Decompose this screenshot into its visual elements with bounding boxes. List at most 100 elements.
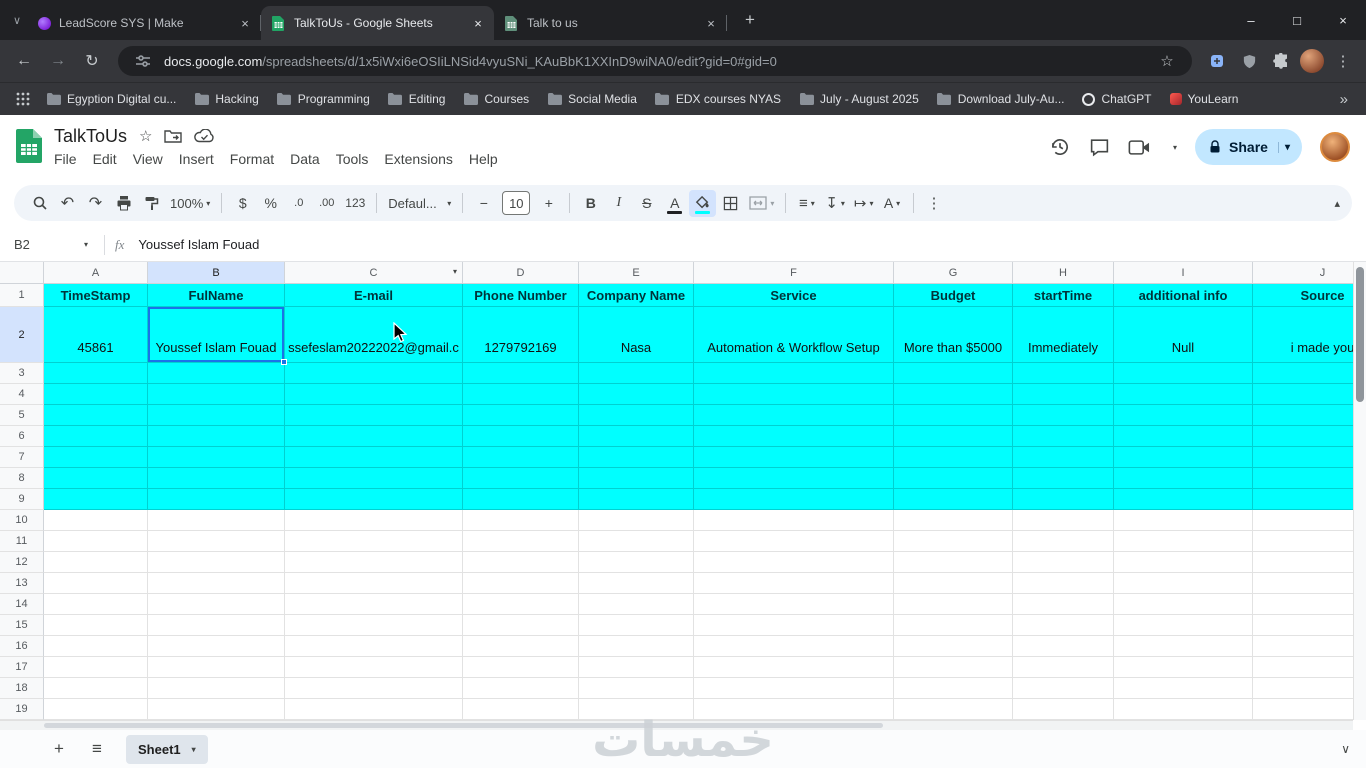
cell-H19[interactable] <box>1013 699 1114 720</box>
cell-H15[interactable] <box>1013 615 1114 636</box>
cell-J9[interactable] <box>1253 489 1366 510</box>
cell-C6[interactable] <box>285 426 463 447</box>
cell-J11[interactable] <box>1253 531 1366 552</box>
cell-A9[interactable] <box>44 489 148 510</box>
cell-A6[interactable] <box>44 426 148 447</box>
cell-H3[interactable] <box>1013 363 1114 384</box>
row-header-13[interactable]: 13 <box>0 573 44 594</box>
cell-B9[interactable] <box>148 489 285 510</box>
undo-icon[interactable]: ↶ <box>54 190 81 217</box>
cell-F14[interactable] <box>694 594 894 615</box>
bookmark-programming[interactable]: Programming <box>269 88 378 110</box>
sheets-logo-icon[interactable] <box>16 128 42 166</box>
close-window-button[interactable]: × <box>1320 0 1366 40</box>
cell-H16[interactable] <box>1013 636 1114 657</box>
decrease-font-size-button[interactable]: − <box>470 190 497 217</box>
cell-H12[interactable] <box>1013 552 1114 573</box>
cell-F6[interactable] <box>694 426 894 447</box>
horizontal-scrollbar-thumb[interactable] <box>44 723 883 728</box>
cell-I9[interactable] <box>1114 489 1253 510</box>
sheet-tab-sheet1[interactable]: Sheet1 ▾ <box>126 734 208 764</box>
cell-I7[interactable] <box>1114 447 1253 468</box>
column-dropdown-icon[interactable]: ▾ <box>453 267 457 276</box>
cell-G3[interactable] <box>894 363 1013 384</box>
cell-H5[interactable] <box>1013 405 1114 426</box>
cell-F18[interactable] <box>694 678 894 699</box>
cell-A10[interactable] <box>44 510 148 531</box>
cell-J6[interactable] <box>1253 426 1366 447</box>
cell-D7[interactable] <box>463 447 579 468</box>
cell-D19[interactable] <box>463 699 579 720</box>
cell-E19[interactable] <box>579 699 694 720</box>
address-bar[interactable]: docs.google.com/spreadsheets/d/1x5iWxi6e… <box>118 46 1192 76</box>
cell-F17[interactable] <box>694 657 894 678</box>
cell-A12[interactable] <box>44 552 148 573</box>
site-settings-icon[interactable] <box>130 48 156 74</box>
decrease-decimals-button[interactable]: .0 <box>285 190 312 217</box>
cell-C18[interactable] <box>285 678 463 699</box>
add-sheet-button[interactable]: + <box>44 734 74 764</box>
all-sheets-icon[interactable]: ≡ <box>82 734 112 764</box>
star-document-icon[interactable]: ☆ <box>139 127 152 145</box>
cell-J4[interactable] <box>1253 384 1366 405</box>
cell-G14[interactable] <box>894 594 1013 615</box>
tab-close-icon[interactable]: × <box>470 15 486 31</box>
side-panel-collapse-icon[interactable]: ∨ <box>1341 742 1350 756</box>
cell-E7[interactable] <box>579 447 694 468</box>
cell-H10[interactable] <box>1013 510 1114 531</box>
column-header-J[interactable]: J <box>1253 262 1366 284</box>
merge-cells-button[interactable]: ▾ <box>745 190 778 217</box>
row-header-6[interactable]: 6 <box>0 426 44 447</box>
tab-close-icon[interactable]: × <box>703 15 719 31</box>
cell-D8[interactable] <box>463 468 579 489</box>
browser-profile-avatar[interactable] <box>1300 49 1324 73</box>
forward-button[interactable]: → <box>44 47 72 75</box>
cell-B4[interactable] <box>148 384 285 405</box>
row-header-2[interactable]: 2 <box>0 307 44 363</box>
cell-B1[interactable]: FulName <box>148 284 285 307</box>
extensions-icon[interactable] <box>1268 48 1294 74</box>
increase-decimals-button[interactable]: .00 <box>313 190 340 217</box>
cell-E4[interactable] <box>579 384 694 405</box>
cell-I3[interactable] <box>1114 363 1253 384</box>
cell-I18[interactable] <box>1114 678 1253 699</box>
bookmark-edx-courses-nyas[interactable]: EDX courses NYAS <box>647 88 789 110</box>
cell-G9[interactable] <box>894 489 1013 510</box>
bookmark-egyption-digital-cu[interactable]: Egyption Digital cu... <box>38 88 184 110</box>
cell-H14[interactable] <box>1013 594 1114 615</box>
menu-insert[interactable]: Insert <box>171 149 222 169</box>
cell-I1[interactable]: additional info <box>1114 284 1253 307</box>
cell-F5[interactable] <box>694 405 894 426</box>
cell-J17[interactable] <box>1253 657 1366 678</box>
cell-J1[interactable]: Source <box>1253 284 1366 307</box>
cell-G7[interactable] <box>894 447 1013 468</box>
cell-B18[interactable] <box>148 678 285 699</box>
cell-H7[interactable] <box>1013 447 1114 468</box>
cell-G18[interactable] <box>894 678 1013 699</box>
column-header-E[interactable]: E <box>579 262 694 284</box>
maximize-button[interactable]: □ <box>1274 0 1320 40</box>
cell-B7[interactable] <box>148 447 285 468</box>
row-header-8[interactable]: 8 <box>0 468 44 489</box>
cell-F16[interactable] <box>694 636 894 657</box>
row-header-16[interactable]: 16 <box>0 636 44 657</box>
bookmark-courses[interactable]: Courses <box>455 88 537 110</box>
cell-G12[interactable] <box>894 552 1013 573</box>
cell-E10[interactable] <box>579 510 694 531</box>
cell-I5[interactable] <box>1114 405 1253 426</box>
name-box[interactable]: B2 ▾ <box>14 237 94 252</box>
cell-I10[interactable] <box>1114 510 1253 531</box>
cell-B2[interactable]: Youssef Islam Fouad <box>148 307 287 365</box>
cell-A4[interactable] <box>44 384 148 405</box>
share-button[interactable]: Share ▾ <box>1195 129 1302 165</box>
cell-H11[interactable] <box>1013 531 1114 552</box>
cell-A16[interactable] <box>44 636 148 657</box>
url-text[interactable]: docs.google.com/spreadsheets/d/1x5iWxi6e… <box>164 54 1146 69</box>
vertical-align-button[interactable]: ↧ ▾ <box>821 190 849 217</box>
text-color-button[interactable]: A <box>661 190 688 217</box>
cell-E15[interactable] <box>579 615 694 636</box>
sheet-tab-dropdown-icon[interactable]: ▾ <box>192 745 196 754</box>
cell-B15[interactable] <box>148 615 285 636</box>
cell-B5[interactable] <box>148 405 285 426</box>
menu-file[interactable]: File <box>46 149 85 169</box>
